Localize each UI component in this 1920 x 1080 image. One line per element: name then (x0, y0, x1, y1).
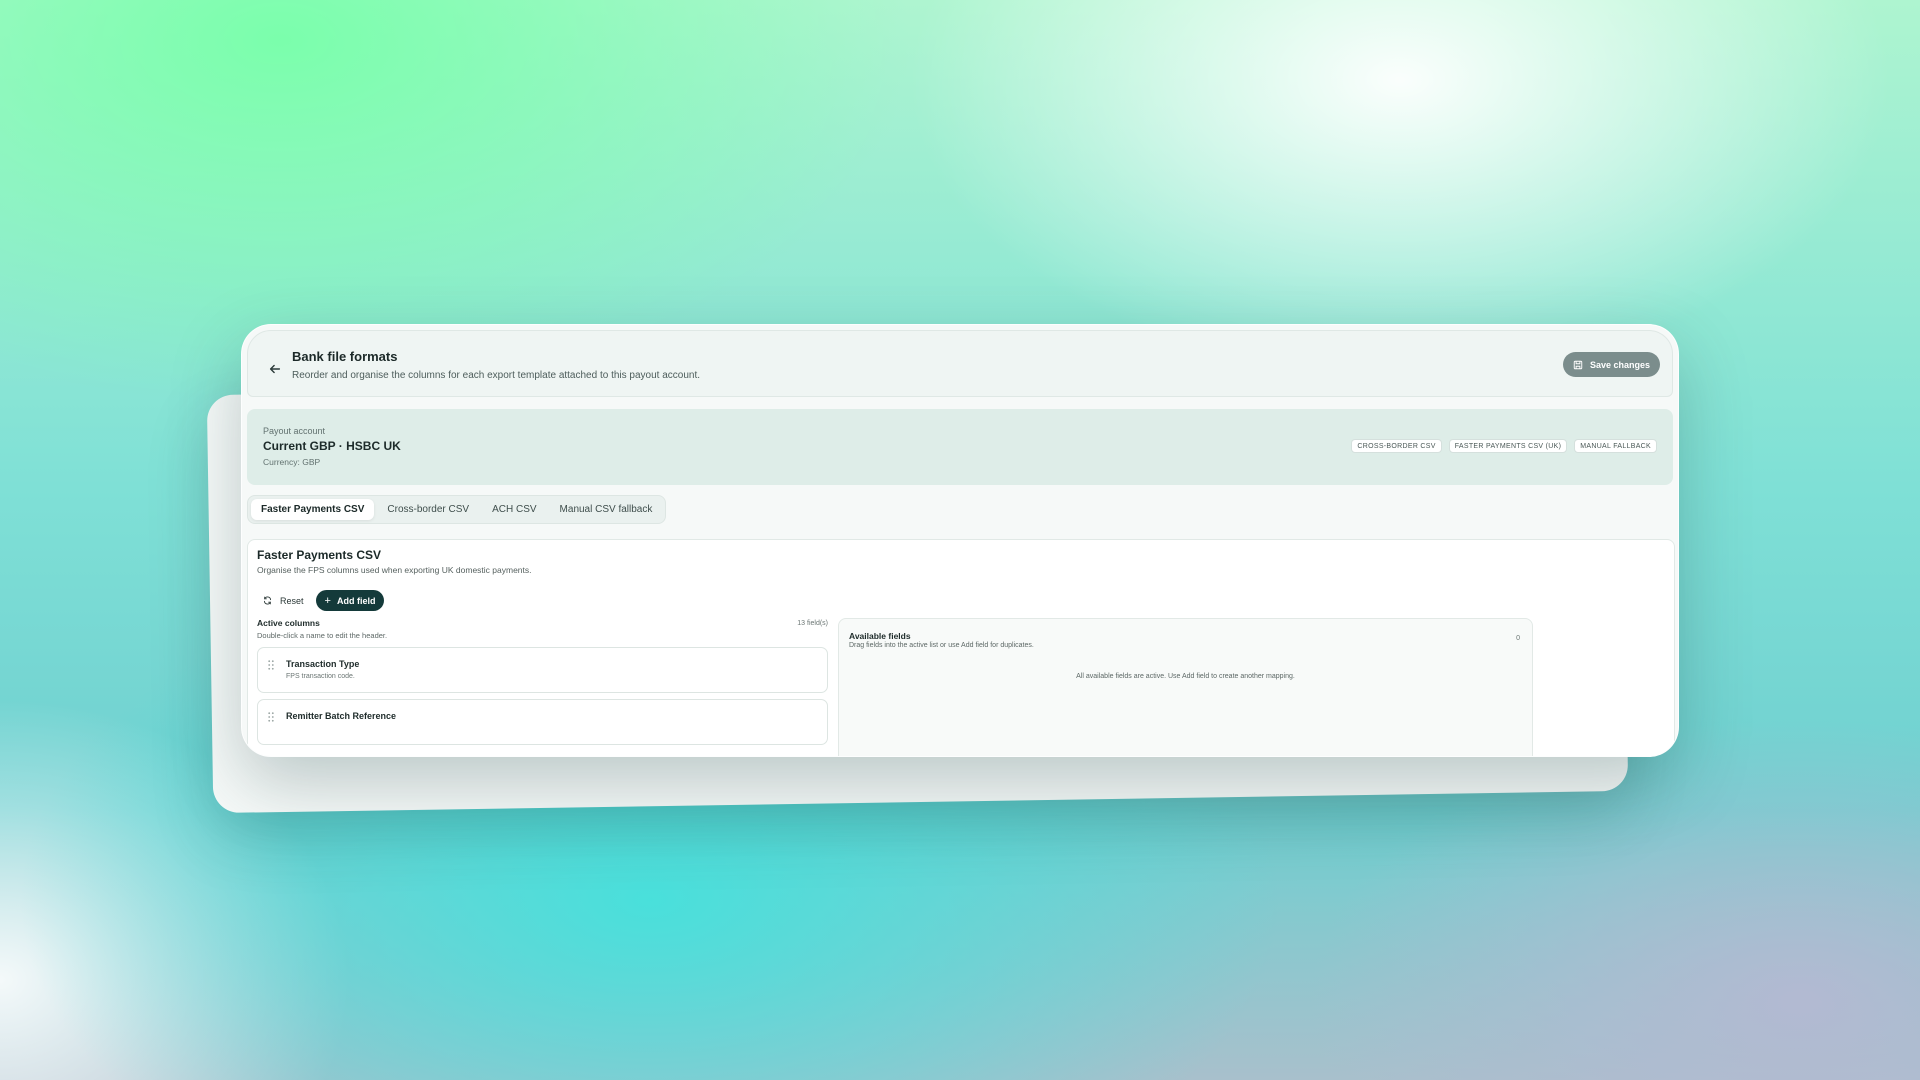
field-description: FPS transaction code. (286, 673, 355, 680)
available-fields-empty-message: All available fields are active. Use Add… (1076, 673, 1295, 680)
reset-button[interactable]: Reset (257, 590, 310, 611)
template-badges: CROSS-BORDER CSV FASTER PAYMENTS CSV (UK… (1351, 439, 1657, 453)
available-fields-title: Available fields (849, 631, 911, 641)
save-changes-button[interactable]: Save changes (1562, 352, 1660, 377)
active-field-count: 13 field(s) (797, 620, 828, 627)
plus-icon: + (324, 594, 331, 607)
arrow-left-icon[interactable] (268, 362, 282, 376)
template-subtitle: Organise the FPS columns used when expor… (257, 565, 532, 575)
account-label: Payout account (263, 426, 326, 436)
bank-file-formats-window: Bank file formats Reorder and organise t… (241, 324, 1679, 757)
reset-label: Reset (280, 595, 304, 606)
badge-cross-border: CROSS-BORDER CSV (1351, 439, 1442, 453)
save-changes-label: Save changes (1589, 359, 1650, 370)
account-name: Current GBP · HSBC UK (263, 439, 401, 453)
page-subtitle: Reorder and organise the columns for eac… (292, 370, 701, 381)
available-fields-section: Available fields Drag fields into the ac… (838, 618, 1533, 756)
refresh-icon (263, 596, 272, 605)
add-field-label: Add field (336, 595, 376, 606)
tab-cross-border-csv[interactable]: Cross-border CSV (377, 499, 479, 520)
payout-account-panel: Payout account Current GBP · HSBC UK Cur… (247, 409, 1673, 485)
editor-actions: Reset + Add field (257, 590, 385, 611)
page-header: Bank file formats Reorder and organise t… (247, 330, 1673, 397)
field-name[interactable]: Transaction Type (286, 659, 359, 669)
tab-faster-payments-csv[interactable]: Faster Payments CSV (251, 499, 375, 520)
account-currency: Currency: GBP (263, 457, 321, 467)
format-tabs: Faster Payments CSV Cross-border CSV ACH… (247, 495, 667, 524)
active-columns-title: Active columns (257, 618, 320, 628)
save-icon (1573, 360, 1583, 369)
tab-ach-csv[interactable]: ACH CSV (482, 499, 546, 520)
badge-faster-payments: FASTER PAYMENTS CSV (UK) (1448, 439, 1568, 453)
tab-manual-csv-fallback[interactable]: Manual CSV fallback (550, 499, 663, 520)
drag-handle-icon[interactable] (268, 660, 274, 670)
add-field-button[interactable]: + Add field (315, 590, 385, 611)
active-columns-section: Active columns Double-click a name to ed… (257, 618, 828, 745)
page-title: Bank file formats (292, 349, 398, 364)
list-item[interactable]: Remitter Batch Reference (257, 699, 828, 745)
badge-manual-fallback: MANUAL FALLBACK (1574, 439, 1657, 453)
available-field-count: 0 (1516, 635, 1520, 642)
template-editor: Faster Payments CSV Organise the FPS col… (247, 539, 1675, 756)
field-name[interactable]: Remitter Batch Reference (286, 711, 396, 721)
drag-handle-icon[interactable] (268, 712, 274, 722)
active-columns-subtitle: Double-click a name to edit the header. (257, 631, 388, 640)
list-item[interactable]: Transaction Type FPS transaction code. (257, 647, 828, 693)
available-fields-subtitle: Drag fields into the active list or use … (849, 642, 1034, 649)
template-title: Faster Payments CSV (257, 548, 382, 562)
